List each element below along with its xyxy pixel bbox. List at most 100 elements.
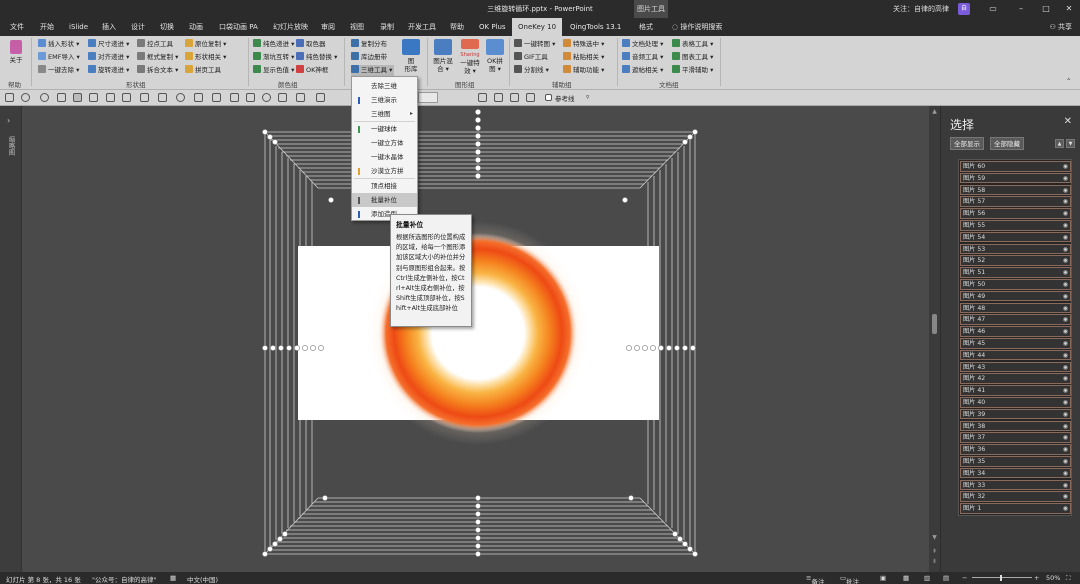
visibility-eye-icon[interactable]: ◉ [1063,492,1068,501]
ok-collage-button[interactable]: OK拼 图 ▾ [483,39,507,73]
visibility-eye-icon[interactable]: ◉ [1063,162,1068,171]
close-icon[interactable]: ✕ [1061,3,1077,15]
selection-list-item[interactable]: 图片 45 ◉ [960,338,1071,349]
visibility-eye-icon[interactable]: ◉ [1063,174,1068,183]
selection-list-item[interactable]: 图片 51 ◉ [960,267,1071,278]
zoom-slider-thumb[interactable] [1000,575,1002,581]
zoom-slider[interactable] [972,577,1032,578]
selection-list-item[interactable]: 图片 57 ◉ [960,196,1071,207]
tell-me-search[interactable]: ◌ 操作说明搜索 [672,18,722,36]
minimize-icon[interactable]: – [1013,3,1029,15]
next-slide-icon[interactable]: ⇟ [931,558,938,565]
selection-list-item[interactable]: 图片 53 ◉ [960,243,1071,255]
visibility-eye-icon[interactable]: ◉ [1063,245,1068,254]
crop-icon[interactable] [89,93,98,102]
show-color-value-button[interactable]: 显示色值 ▾ [253,65,294,76]
visibility-eye-icon[interactable]: ◉ [1063,410,1068,419]
slide-canvas[interactable] [22,106,935,572]
tab-onekey[interactable]: OneKey 10 [512,18,563,36]
tab-file[interactable]: 文件 [10,18,24,36]
tab-ok-plus[interactable]: OK Plus [479,18,506,36]
selection-list-item[interactable]: 图片 49 ◉ [960,290,1071,302]
tab-help[interactable]: 帮助 [450,18,464,36]
normal-view-icon[interactable]: ▣ [880,574,886,582]
smooth-aux-button[interactable]: 平滑辅助 ▾ [672,65,713,76]
visibility-eye-icon[interactable]: ◉ [1063,280,1068,289]
visibility-eye-icon[interactable]: ◉ [1063,304,1068,313]
expand-thumbnails-icon[interactable]: › [7,116,10,125]
visibility-eye-icon[interactable]: ◉ [1063,186,1068,195]
visibility-eye-icon[interactable]: ◉ [1063,433,1068,442]
visibility-eye-icon[interactable]: ◉ [1063,398,1068,407]
hide-all-button[interactable]: 全部隐藏 [990,137,1024,150]
crop-shape-icon[interactable] [278,93,287,102]
picture-icon[interactable] [296,93,305,102]
selection-list-item[interactable]: 图片 41 ◉ [960,385,1071,396]
collapse-ribbon-icon[interactable]: ⌃ [1066,76,1071,87]
color-replace-button[interactable]: 纯色替换 ▾ [296,52,337,63]
format-painter-icon[interactable] [57,93,66,102]
bring-front-icon[interactable] [246,93,255,102]
fit-to-window-icon[interactable]: ⛶ [1066,574,1071,583]
shape-library-button[interactable]: 图 形库 [400,39,422,73]
slide-sorter-icon[interactable]: ▦ [903,574,909,582]
comments-button[interactable]: ▭ 批注 [840,574,859,584]
selection-list-item[interactable]: 图片 36 ◉ [960,444,1071,455]
visibility-eye-icon[interactable]: ◉ [1063,292,1068,301]
menu-item[interactable]: 三维图 ▸ [352,107,417,121]
auxiliary-function-button[interactable]: 辅助功能 ▾ [563,65,604,76]
tab-record[interactable]: 录制 [380,18,394,36]
visibility-eye-icon[interactable]: ◉ [1063,386,1068,395]
selection-list-item[interactable]: 图片 59 ◉ [960,172,1071,184]
visibility-eye-icon[interactable]: ◉ [1063,209,1068,218]
selection-list-item[interactable]: 图片 37 ◉ [960,432,1071,443]
distribute-h-icon[interactable] [140,93,149,102]
zoom-out-icon[interactable]: − [962,574,967,582]
menu-item[interactable]: 批量补位 [352,193,417,207]
ref-line-checkbox[interactable] [545,94,552,101]
solid-color-progress-button[interactable]: 纯色递进 ▾ [253,39,294,50]
size-progress-button[interactable]: 尺寸递进 ▾ [88,39,129,50]
one-click-remove-button[interactable]: 一键去除 ▾ [38,65,79,76]
about-button[interactable]: 关于 [5,40,27,64]
selection-list-item[interactable]: 图片 44 ◉ [960,349,1071,361]
tab-view[interactable]: 视图 [350,18,364,36]
fill-icon[interactable] [158,93,167,102]
spell-check-icon[interactable]: ▦ [170,574,176,582]
share-button[interactable]: ⚇ 共享 [1049,18,1072,36]
tab-format[interactable]: 格式 [639,18,653,36]
maximize-icon[interactable]: □ [1038,3,1054,15]
image-blend-button[interactable]: 图片混 合 ▾ [430,39,456,73]
tab-pocket-animation[interactable]: 口袋动画 PA [219,18,258,36]
ok-frame-button[interactable]: OK神框 [296,65,328,76]
save-icon[interactable] [5,93,14,102]
align-right-icon[interactable] [494,93,503,102]
selection-list-item[interactable]: 图片 60 ◉ [960,161,1071,172]
visibility-eye-icon[interactable]: ◉ [1063,469,1068,478]
divider-line-button[interactable]: 分割线 ▾ [514,65,549,76]
visibility-eye-icon[interactable]: ◉ [1063,351,1068,360]
visibility-eye-icon[interactable]: ◉ [1063,504,1068,513]
tab-transitions[interactable]: 切换 [160,18,174,36]
select-pane-icon[interactable] [73,93,82,102]
menu-item[interactable]: 一键立方体 [352,136,417,150]
visibility-eye-icon[interactable]: ◉ [1063,374,1068,383]
menu-item[interactable]: 一键球体 [352,122,417,136]
redo-icon[interactable] [40,93,49,102]
tab-islide[interactable]: iSlide [69,18,88,36]
tab-review[interactable]: 审阅 [321,18,335,36]
visibility-eye-icon[interactable]: ◉ [1063,481,1068,490]
pane-close-icon[interactable]: ✕ [1064,116,1072,127]
gradient-convert-button[interactable]: 渐坑互转 ▾ [253,52,294,63]
selection-list-item[interactable]: 图片 56 ◉ [960,208,1071,219]
visibility-eye-icon[interactable]: ◉ [1063,363,1068,372]
undo-icon[interactable] [21,93,30,102]
selection-list-item[interactable]: 图片 52 ◉ [960,255,1071,266]
visibility-eye-icon[interactable]: ◉ [1063,233,1068,242]
visibility-eye-icon[interactable]: ◉ [1063,268,1068,277]
handle-tool-button[interactable]: 控点工具 [137,39,173,50]
tab-developer[interactable]: 开发工具 [408,18,436,36]
one-click-effect-button[interactable]: Sharing 一键特 效 ▾ [457,39,483,75]
prev-slide-icon[interactable]: ⇞ [931,548,938,555]
vertical-scrollbar[interactable]: ▲ ▼ ⇞ ⇟ [929,106,940,572]
